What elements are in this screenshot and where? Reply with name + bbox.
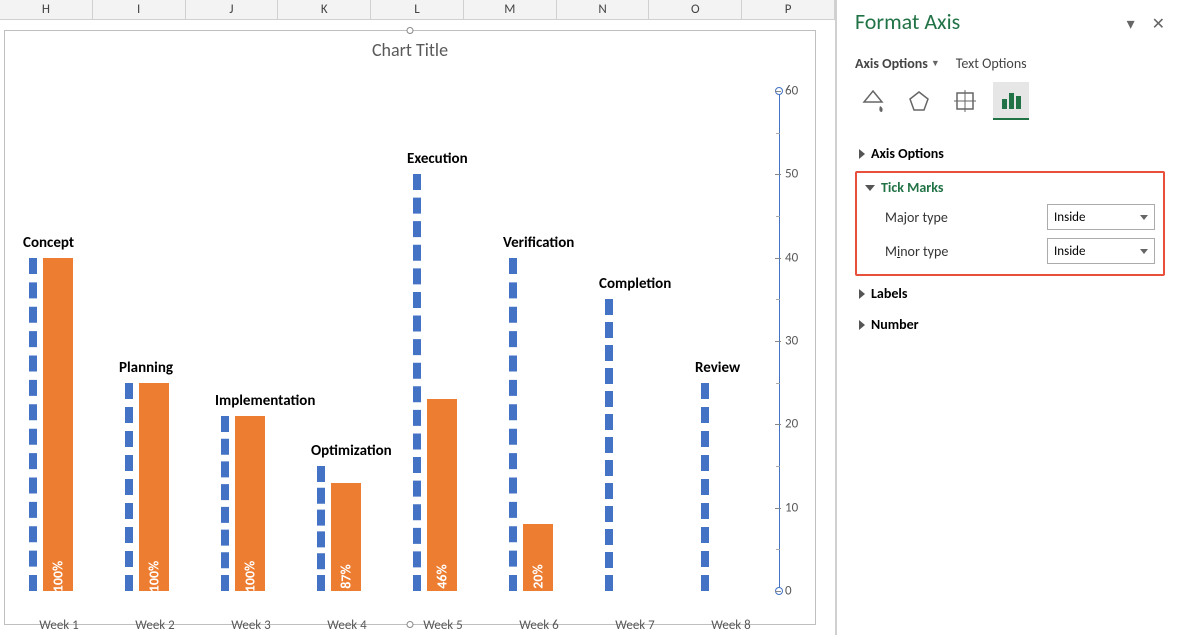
section-axis-options[interactable]: Axis Options [859,145,1161,162]
section-tick-marks[interactable]: Tick Marks [865,179,1155,196]
stage-label: Completion [599,275,671,293]
col-header[interactable]: H [0,0,93,19]
minor-type-label: Minor type [885,243,948,260]
y-major-tick [775,91,781,92]
x-tick-label: Week 8 [683,618,779,633]
expand-icon [859,289,865,299]
stage-label: Execution [407,150,468,168]
y-major-tick [775,341,781,342]
col-header[interactable]: M [464,0,557,19]
bar-percent-label: 100% [50,561,67,593]
x-tick-label: Week 4 [299,618,395,633]
bar-max[interactable] [29,258,43,591]
y-tick-label: 30 [785,334,798,349]
y-minor-tick [776,383,780,384]
axis-options-icon[interactable] [993,82,1029,120]
effects-icon[interactable] [901,82,937,120]
bar-max[interactable] [317,466,331,591]
bar-max[interactable] [509,258,523,591]
chart-resize-handle[interactable] [407,27,414,34]
plot-area[interactable]: 100% Concept 100% Planning 100% Implementatio… [11,91,779,611]
bar-max[interactable] [125,383,139,591]
bar-max[interactable] [605,299,619,591]
col-header[interactable]: J [186,0,279,19]
x-tick-label: Week 6 [491,618,587,633]
stage-label: Planning [119,359,173,377]
bar-max[interactable] [221,416,235,591]
pane-title: Format Axis [855,8,960,35]
y-minor-tick [776,216,780,217]
size-properties-icon[interactable] [947,82,983,120]
worksheet-area: H I J K L M N O P Chart Title 100% Concep… [0,0,836,635]
tab-axis-options[interactable]: Axis Options ▼ [855,55,940,72]
stage-label: Review [695,359,740,377]
bar-progress[interactable]: 100% [43,258,73,591]
y-tick-label: 0 [785,584,792,599]
x-tick-label: Week 1 [11,618,107,633]
bar-progress[interactable]: 87% [331,483,361,591]
y-axis[interactable]: 0102030405060 [779,91,815,591]
stage-label: Concept [23,234,74,252]
y-tick-label: 20 [785,417,798,432]
bar-percent-label: 20% [530,564,547,588]
x-axis-labels: Week 1Week 2Week 3Week 4Week 5Week 6Week… [11,618,779,633]
col-header[interactable]: L [371,0,464,19]
bar-percent-label: 46% [434,564,451,588]
y-minor-tick [776,466,780,467]
y-minor-tick [776,549,780,550]
expand-icon [859,320,865,330]
format-axis-pane: Format Axis ▾ ✕ Axis Options ▼ Text Opti… [836,0,1179,635]
col-header[interactable]: P [742,0,835,19]
bar-progress[interactable]: 20% [523,524,553,591]
chart-title[interactable]: Chart Title [5,39,815,61]
bar-max[interactable] [413,174,427,591]
bar-progress[interactable]: 46% [427,399,457,591]
y-major-tick [775,591,781,592]
col-header[interactable]: I [93,0,186,19]
y-minor-tick [776,299,780,300]
tick-marks-callout: Tick Marks Major type Inside Minor type … [855,171,1165,276]
chart-object[interactable]: Chart Title 100% Concept 100% Planning 100% I… [4,30,816,625]
col-header[interactable]: O [649,0,742,19]
stage-label: Implementation [215,392,315,410]
y-tick-label: 40 [785,250,798,265]
y-tick-label: 50 [785,167,798,182]
bar-progress[interactable]: 100% [235,416,265,591]
y-tick-label: 10 [785,500,798,515]
chevron-down-icon: ▼ [931,58,940,69]
x-tick-label: Week 3 [203,618,299,633]
close-icon[interactable]: ✕ [1152,15,1165,34]
fill-line-icon[interactable] [855,82,891,120]
x-tick-label: Week 7 [587,618,683,633]
section-labels[interactable]: Labels [859,285,1161,302]
bar-percent-label: 87% [338,564,355,588]
bar-max[interactable] [701,383,715,591]
stage-label: Optimization [311,442,392,460]
bar-percent-label: 100% [242,561,259,593]
y-major-tick [775,174,781,175]
column-headers: H I J K L M N O P [0,0,835,20]
bars-area: 100% Concept 100% Planning 100% Implementatio… [11,91,779,591]
stage-label: Verification [503,234,574,252]
major-type-dropdown[interactable]: Inside [1047,204,1155,230]
y-minor-tick [776,133,780,134]
y-major-tick [775,258,781,259]
tab-text-options[interactable]: Text Options [956,55,1027,72]
minor-type-dropdown[interactable]: Inside [1047,238,1155,264]
pane-options-icon[interactable]: ▾ [1127,15,1135,34]
expand-icon [859,149,865,159]
collapse-icon [865,185,875,191]
y-tick-label: 60 [785,84,798,99]
x-tick-label: Week 2 [107,618,203,633]
section-number[interactable]: Number [859,316,1161,333]
bar-progress[interactable]: 100% [139,383,169,591]
bar-percent-label: 100% [146,561,163,593]
y-major-tick [775,424,781,425]
major-type-label: Major type [885,209,948,226]
y-major-tick [775,508,781,509]
col-header[interactable]: N [557,0,650,19]
col-header[interactable]: K [278,0,371,19]
x-tick-label: Week 5 [395,618,491,633]
